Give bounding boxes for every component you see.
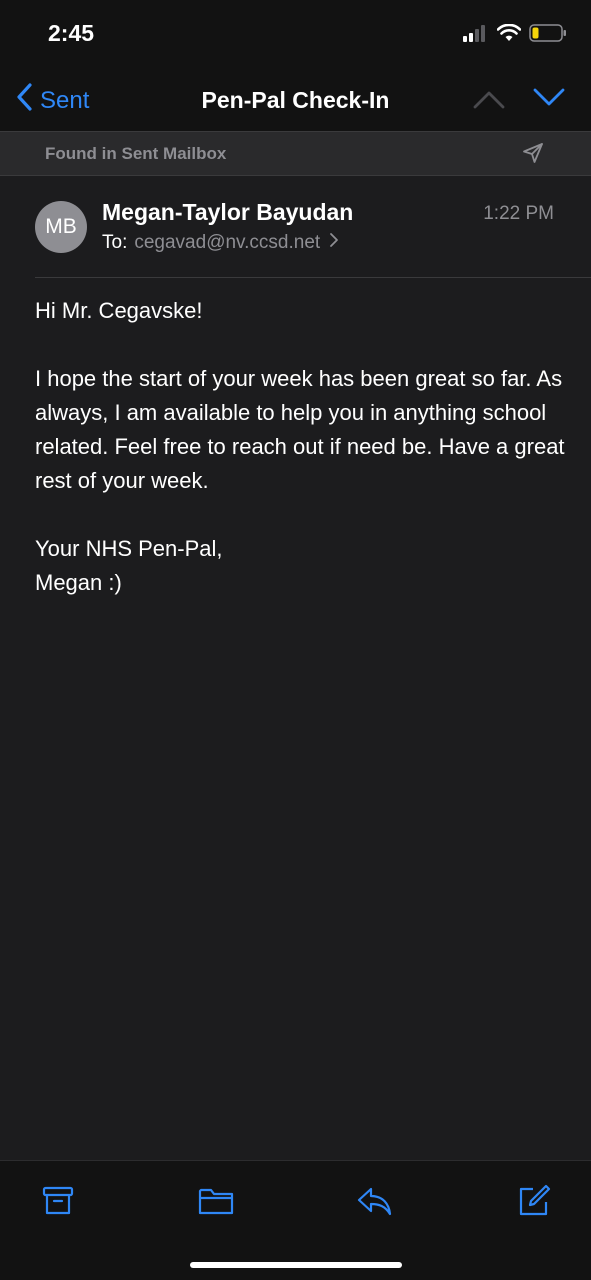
cellular-signal-icon [463, 24, 489, 47]
chevron-right-icon [329, 232, 339, 254]
chevron-up-icon [472, 91, 506, 114]
status-icons [463, 23, 567, 47]
email-screen: 2:45 Sent Pen-Pal Check-In Found in Sent… [0, 0, 591, 1280]
reply-button[interactable] [357, 1183, 393, 1219]
to-label: To: [102, 232, 128, 253]
paper-plane-icon [522, 142, 544, 169]
status-time: 2:45 [48, 20, 95, 46]
sent-time: 1:22 PM [483, 203, 554, 224]
status-bar: 2:45 [0, 0, 591, 70]
previous-message-button[interactable] [472, 88, 506, 115]
avatar[interactable]: MB [35, 201, 87, 253]
email-body: Hi Mr. Cegavske! I hope the start of you… [35, 294, 565, 600]
folder-icon [198, 1188, 234, 1223]
body-greeting: Hi Mr. Cegavske! [35, 298, 203, 323]
body-signature: Your NHS Pen-Pal, Megan :) [35, 536, 223, 595]
move-to-folder-button[interactable] [198, 1183, 234, 1219]
navigation-bar: Sent Pen-Pal Check-In [0, 70, 591, 131]
chevron-down-icon [532, 88, 566, 112]
body-paragraph: I hope the start of your week has been g… [35, 366, 565, 493]
next-message-button[interactable] [532, 86, 566, 113]
found-in-mailbox-text: Found in Sent Mailbox [45, 144, 227, 163]
battery-low-icon [529, 24, 567, 47]
sender-name[interactable]: Megan-Taylor Bayudan [102, 199, 353, 226]
found-in-mailbox-banner[interactable]: Found in Sent Mailbox [0, 131, 591, 176]
home-indicator[interactable] [190, 1262, 402, 1268]
recipient-address[interactable]: cegavad@nv.ccsd.net [134, 232, 320, 254]
archive-icon [40, 1186, 76, 1223]
compose-button[interactable] [516, 1183, 552, 1219]
archive-button[interactable] [40, 1183, 76, 1219]
reply-icon [357, 1187, 393, 1223]
wifi-icon [496, 23, 522, 47]
header-divider [35, 277, 591, 278]
compose-icon [516, 1184, 552, 1223]
recipient-line[interactable]: To: cegavad@nv.ccsd.net [102, 232, 339, 254]
